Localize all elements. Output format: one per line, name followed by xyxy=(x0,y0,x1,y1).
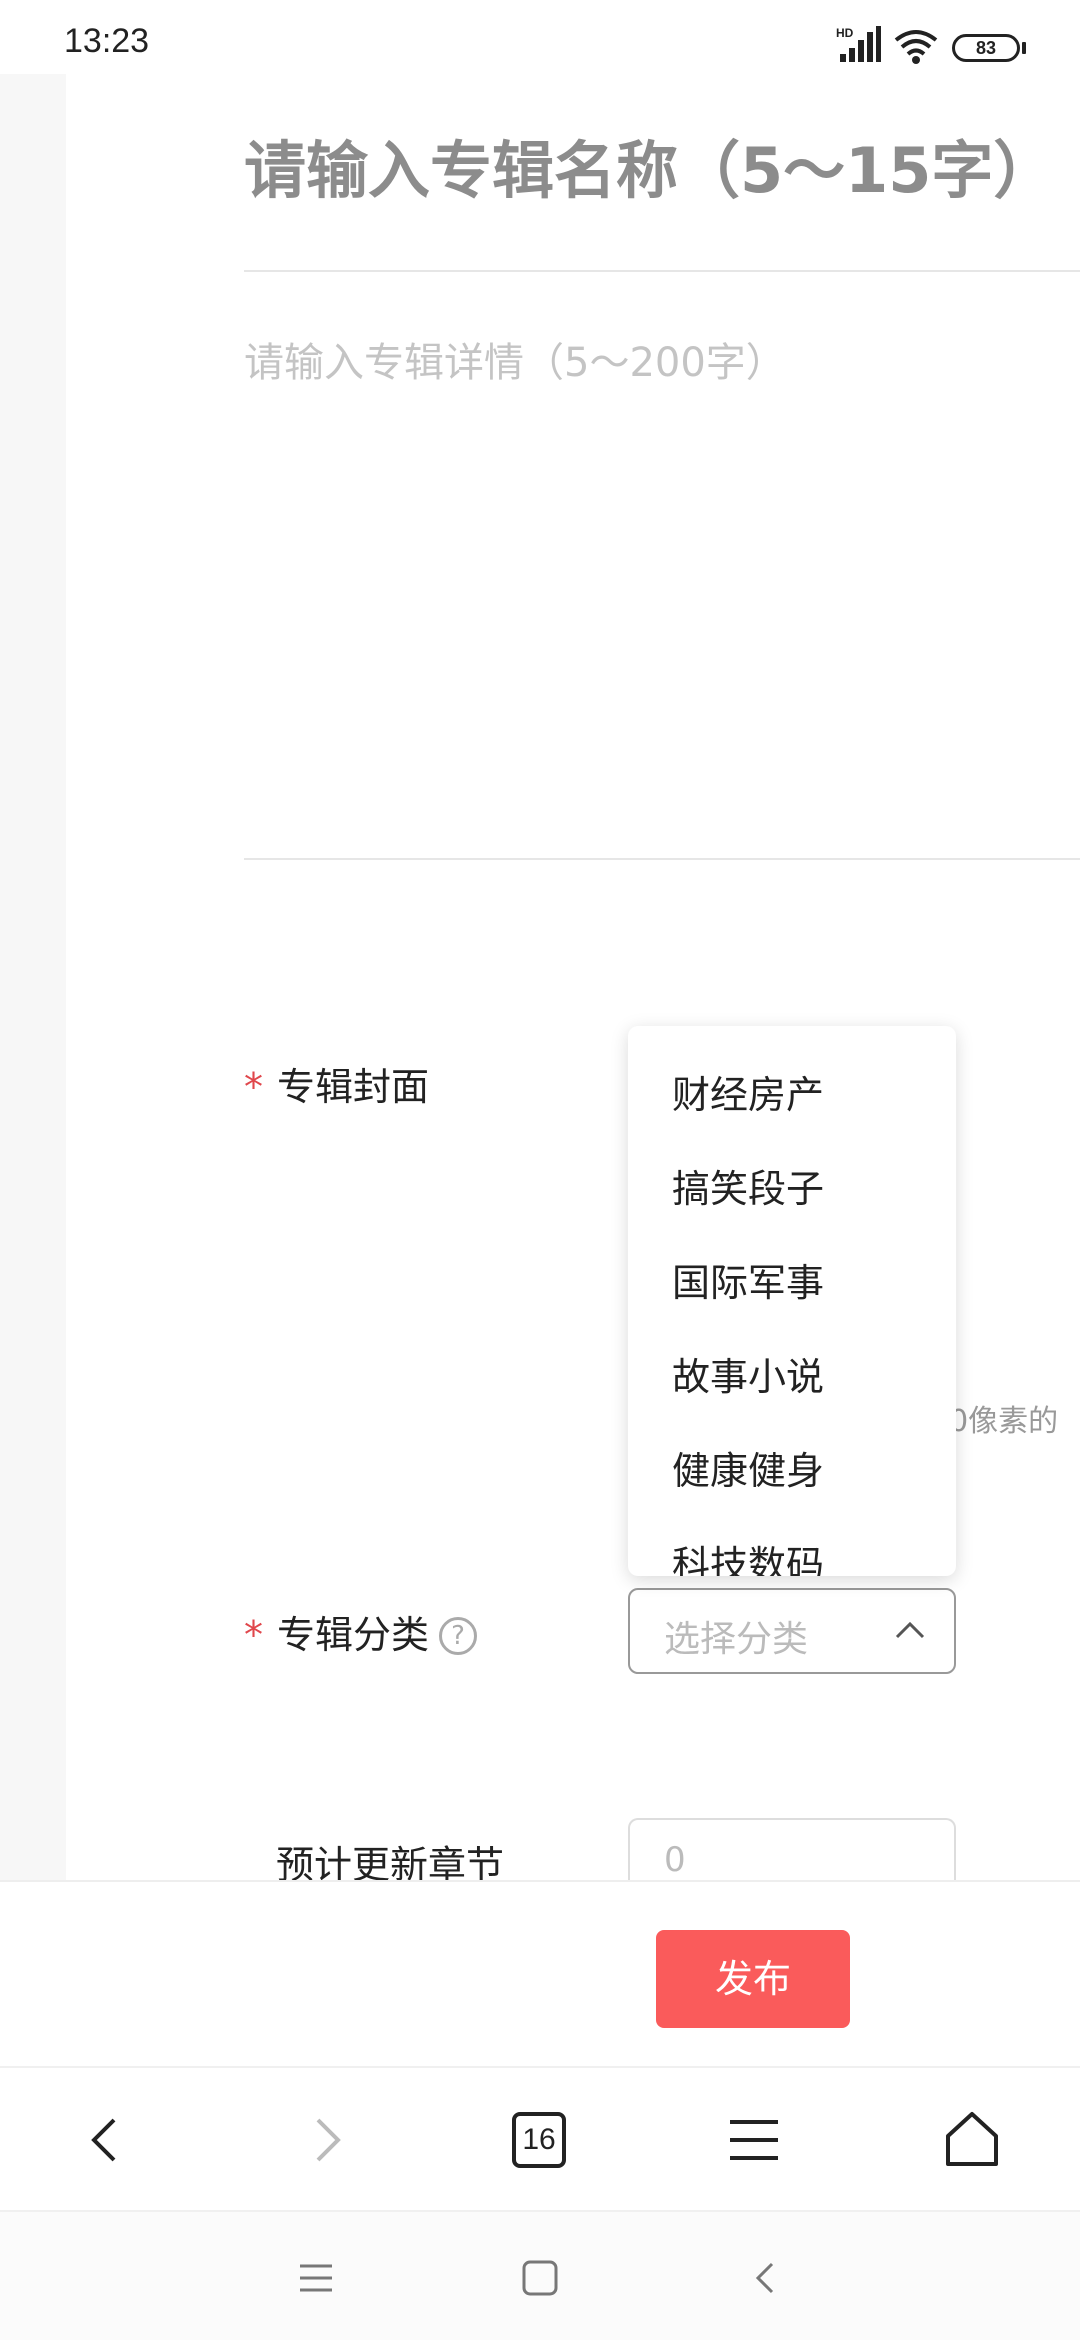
battery-indicator: 83 xyxy=(952,34,1020,62)
publish-button[interactable]: 发布 xyxy=(656,1930,850,2028)
status-time: 13:23 xyxy=(64,22,150,60)
chevron-left-icon[interactable] xyxy=(74,2108,138,2172)
dropdown-item[interactable]: 故事小说 xyxy=(672,1346,824,1401)
help-icon[interactable]: ? xyxy=(439,1617,478,1655)
tabs-icon[interactable]: 16 xyxy=(512,2112,566,2168)
required-mark: * xyxy=(244,1065,263,1109)
title-divider xyxy=(244,270,1080,272)
browser-nav-bar: 16 xyxy=(0,2066,1080,2210)
dropdown-item[interactable]: 健康健身 xyxy=(672,1440,824,1495)
album-desc-input[interactable]: 请输入专辑详情（5～200字） xyxy=(244,330,786,388)
category-label-text: 专辑分类 xyxy=(277,1613,430,1657)
category-select[interactable]: 选择分类 xyxy=(628,1588,956,1674)
dropdown-item[interactable]: 搞笑段子 xyxy=(672,1158,824,1213)
dropdown-item[interactable]: 财经房产 xyxy=(672,1064,824,1119)
category-dropdown-menu: 财经房产 搞笑段子 国际军事 故事小说 健康健身 科技数码 xyxy=(628,1026,956,1576)
left-gutter xyxy=(0,74,66,1880)
status-bar: 13:23 HD 83 xyxy=(0,0,1080,72)
desc-divider xyxy=(244,858,1080,860)
album-title-input[interactable]: 请输入专辑名称（5～15字） xyxy=(244,120,1080,210)
required-mark: * xyxy=(244,1613,263,1657)
category-label: * 专辑分类? xyxy=(244,1604,478,1659)
signal-icon xyxy=(840,26,881,62)
dropdown-item[interactable]: 科技数码 xyxy=(672,1534,824,1576)
chevron-up-icon xyxy=(895,1621,925,1639)
chevron-right-icon[interactable] xyxy=(294,2108,358,2172)
menu-icon[interactable] xyxy=(722,2108,786,2172)
system-nav-bar xyxy=(0,2210,1080,2340)
recent-apps-icon[interactable] xyxy=(294,2256,338,2300)
wifi-icon xyxy=(894,30,938,64)
cover-label: * 专辑封面 xyxy=(244,1056,429,1111)
category-select-placeholder: 选择分类 xyxy=(664,1619,809,1660)
action-bar: 发布 xyxy=(0,1880,1080,2066)
system-back-icon[interactable] xyxy=(744,2256,788,2300)
home-square-icon[interactable] xyxy=(518,2256,562,2300)
home-icon[interactable] xyxy=(940,2108,1004,2172)
chapters-input[interactable]: 0 xyxy=(628,1818,956,1888)
battery-level: 83 xyxy=(975,38,997,58)
cover-label-text: 专辑封面 xyxy=(277,1065,430,1109)
chapters-input-value: 0 xyxy=(664,1840,686,1880)
battery-tip xyxy=(1022,42,1026,54)
dropdown-item[interactable]: 国际军事 xyxy=(672,1252,824,1307)
